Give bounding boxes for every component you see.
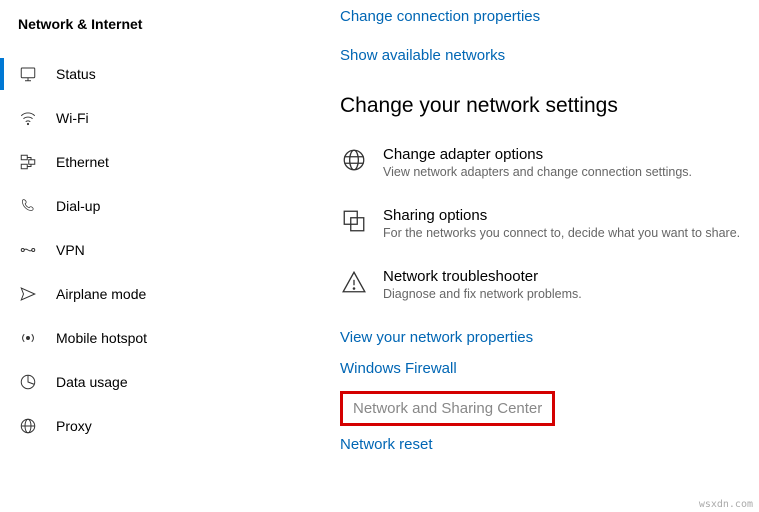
sidebar-item-ethernet[interactable]: Ethernet [0, 140, 300, 184]
setting-title: Sharing options [383, 207, 740, 224]
sidebar: Network & Internet Status Wi-Fi Ethernet… [0, 0, 300, 512]
link-network-reset[interactable]: Network reset [340, 436, 433, 453]
nav-label: Wi-Fi [56, 110, 89, 126]
sidebar-item-datausage[interactable]: Data usage [0, 360, 300, 404]
nav-label: Ethernet [56, 154, 109, 170]
setting-title: Change adapter options [383, 146, 692, 163]
watermark: wsxdn.com [699, 499, 753, 510]
bottom-links: View your network properties Windows Fir… [340, 329, 749, 467]
sidebar-title: Network & Internet [0, 12, 300, 52]
sidebar-item-vpn[interactable]: VPN [0, 228, 300, 272]
datausage-icon [18, 372, 38, 392]
setting-desc: View network adapters and change connect… [383, 165, 692, 179]
nav-label: Airplane mode [56, 286, 146, 302]
content-pane: Change connection properties Show availa… [300, 0, 759, 512]
sidebar-item-wifi[interactable]: Wi-Fi [0, 96, 300, 140]
setting-network-troubleshooter[interactable]: Network troubleshooter Diagnose and fix … [340, 268, 749, 301]
ethernet-icon [18, 152, 38, 172]
proxy-icon [18, 416, 38, 436]
setting-sharing-options[interactable]: Sharing options For the networks you con… [340, 207, 749, 240]
link-show-available-networks[interactable]: Show available networks [340, 47, 505, 64]
status-icon [18, 64, 38, 84]
sidebar-item-status[interactable]: Status [0, 52, 300, 96]
wifi-icon [18, 108, 38, 128]
highlight-network-sharing-center: Network and Sharing Center [340, 391, 555, 426]
warning-icon [340, 268, 368, 296]
nav-label: Dial-up [56, 198, 100, 214]
sharing-icon [340, 207, 368, 235]
vpn-icon [18, 240, 38, 260]
setting-text: Network troubleshooter Diagnose and fix … [383, 268, 582, 301]
sidebar-item-airplane[interactable]: Airplane mode [0, 272, 300, 316]
setting-adapter-options[interactable]: Change adapter options View network adap… [340, 146, 749, 179]
setting-desc: Diagnose and fix network problems. [383, 287, 582, 301]
sidebar-item-dialup[interactable]: Dial-up [0, 184, 300, 228]
setting-title: Network troubleshooter [383, 268, 582, 285]
setting-text: Sharing options For the networks you con… [383, 207, 740, 240]
airplane-icon [18, 284, 38, 304]
setting-desc: For the networks you connect to, decide … [383, 226, 740, 240]
link-network-sharing-center[interactable]: Network and Sharing Center [353, 400, 542, 417]
section-heading: Change your network settings [340, 94, 749, 118]
nav-label: VPN [56, 242, 85, 258]
nav-label: Proxy [56, 418, 92, 434]
link-change-connection-properties[interactable]: Change connection properties [340, 8, 540, 25]
link-view-network-properties[interactable]: View your network properties [340, 329, 533, 346]
nav-label: Mobile hotspot [56, 330, 147, 346]
setting-text: Change adapter options View network adap… [383, 146, 692, 179]
sidebar-item-hotspot[interactable]: Mobile hotspot [0, 316, 300, 360]
globe-icon [340, 146, 368, 174]
nav-label: Data usage [56, 374, 128, 390]
sidebar-item-proxy[interactable]: Proxy [0, 404, 300, 448]
hotspot-icon [18, 328, 38, 348]
dialup-icon [18, 196, 38, 216]
nav-label: Status [56, 66, 96, 82]
link-windows-firewall[interactable]: Windows Firewall [340, 360, 457, 377]
